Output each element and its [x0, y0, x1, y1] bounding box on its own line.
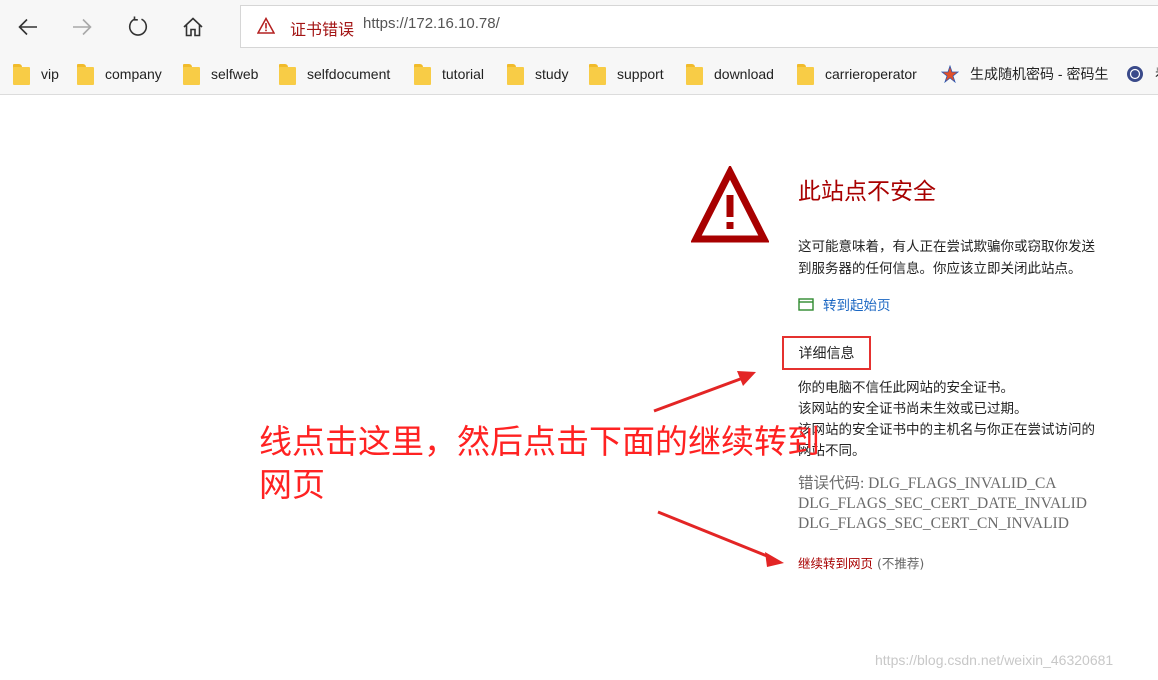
detail-line: 该网站的安全证书中的主机名与你正在尝试访问的 — [798, 422, 1095, 438]
error-code-line: 错误代码: DLG_FLAGS_INVALID_CA — [798, 475, 1057, 492]
detail-line: 该网站的安全证书尚未生效或已过期。 — [798, 401, 1028, 417]
favorite-random-password[interactable]: 生成随机密码 - 密码生 — [940, 62, 1108, 86]
not-recommended-note: (不推荐) — [877, 556, 925, 571]
folder-icon — [183, 63, 200, 85]
favorite-label: company — [105, 66, 162, 82]
address-url[interactable]: https://172.16.10.78/ — [363, 15, 500, 32]
favorite-selfweb[interactable]: selfweb — [183, 62, 258, 86]
folder-icon — [279, 63, 296, 85]
favorite-label: carrieroperator — [825, 66, 917, 82]
refresh-icon — [128, 16, 148, 36]
favorite-label: tutorial — [442, 66, 485, 82]
arrow-head — [765, 552, 784, 567]
warning-triangle-icon — [257, 17, 275, 34]
favorite-tutorial[interactable]: tutorial — [414, 62, 484, 86]
details-button[interactable]: 详细信息 — [782, 336, 871, 370]
folder-icon — [589, 63, 606, 85]
favorite-carrieroperator[interactable]: carrieroperator — [797, 62, 917, 86]
detail-line: 你的电脑不信任此网站的安全证书。 — [798, 380, 1014, 396]
error-codes: 错误代码: DLG_FLAGS_INVALID_CA DLG_FLAGS_SEC… — [798, 474, 1087, 534]
favorite-label: download — [714, 66, 774, 82]
folder-icon — [686, 63, 703, 85]
arrow-to-continue — [657, 510, 773, 560]
warning-description: 这可能意味着，有人正在尝试欺骗你或窃取你发送 到服务器的任何信息。你应该立即关闭… — [798, 236, 1143, 280]
go-to-start-page-link[interactable]: 转到起始页 — [798, 294, 891, 314]
home-icon — [183, 17, 203, 37]
watermark: https://blog.csdn.net/weixin_46320681 — [875, 652, 1114, 668]
favorite-download[interactable]: download — [686, 62, 774, 86]
favorite-label: study — [535, 66, 569, 82]
favorite-support[interactable]: support — [589, 62, 664, 86]
detail-line: 网站不同。 — [798, 443, 866, 459]
favorite-company[interactable]: company — [77, 62, 162, 86]
forward-arrow-icon — [73, 18, 92, 36]
folder-icon — [13, 63, 30, 85]
folder-icon — [507, 63, 524, 85]
certificate-details: 你的电脑不信任此网站的安全证书。 该网站的安全证书尚未生效或已过期。 该网站的安… — [798, 378, 1143, 462]
arrow-to-details — [653, 376, 744, 413]
folder-icon — [797, 63, 814, 85]
favorite-vip[interactable]: vip — [13, 62, 59, 86]
favorite-label: 生成随机密码 - 密码生 — [970, 66, 1109, 82]
favorite-label: vip — [41, 66, 59, 82]
favorite-label: support — [617, 66, 664, 82]
favorite-site[interactable]: 看 — [1125, 62, 1158, 86]
annotation-text: 线点击这里，然后点击下面的继续转到网页 — [259, 422, 820, 504]
start-page-label: 转到起始页 — [823, 298, 891, 314]
error-code-line: DLG_FLAGS_SEC_CERT_DATE_INVALID — [798, 495, 1087, 512]
favorite-label: selfweb — [211, 66, 259, 82]
favorite-label: selfdocument — [307, 66, 391, 82]
home-button[interactable] — [173, 8, 213, 46]
start-page-icon — [798, 297, 814, 311]
description-line: 这可能意味着，有人正在尝试欺骗你或窃取你发送 — [798, 239, 1095, 255]
warning-triangle-icon — [691, 166, 769, 243]
description-line: 到服务器的任何信息。你应该立即关闭此站点。 — [798, 261, 1082, 277]
back-button[interactable] — [8, 8, 48, 46]
favorite-study[interactable]: study — [507, 62, 568, 86]
site-favicon-icon — [940, 64, 960, 84]
favorite-selfdocument[interactable]: selfdocument — [279, 62, 390, 86]
arrow-head — [737, 371, 756, 386]
folder-icon — [77, 63, 94, 85]
address-bar[interactable]: 证书错误 https://172.16.10.78/ — [240, 5, 1158, 48]
favorites-bar: vip company selfweb selfdocument tutoria… — [0, 53, 1158, 95]
certificate-error-label[interactable]: 证书错误 — [290, 16, 354, 40]
browser-toolbar: 证书错误 https://172.16.10.78/ — [0, 0, 1158, 53]
refresh-button[interactable] — [118, 8, 158, 46]
error-code-line: DLG_FLAGS_SEC_CERT_CN_INVALID — [798, 515, 1069, 532]
back-arrow-icon — [18, 18, 37, 36]
page-title: 此站点不安全 — [798, 179, 936, 205]
annotation-arrows — [653, 371, 784, 567]
site-favicon-icon — [1125, 64, 1145, 84]
continue-to-webpage-link[interactable]: 继续转到网页 — [798, 556, 873, 571]
forward-button[interactable] — [62, 8, 102, 46]
continue-row: 继续转到网页 (不推荐) — [798, 553, 924, 572]
folder-icon — [414, 63, 431, 85]
